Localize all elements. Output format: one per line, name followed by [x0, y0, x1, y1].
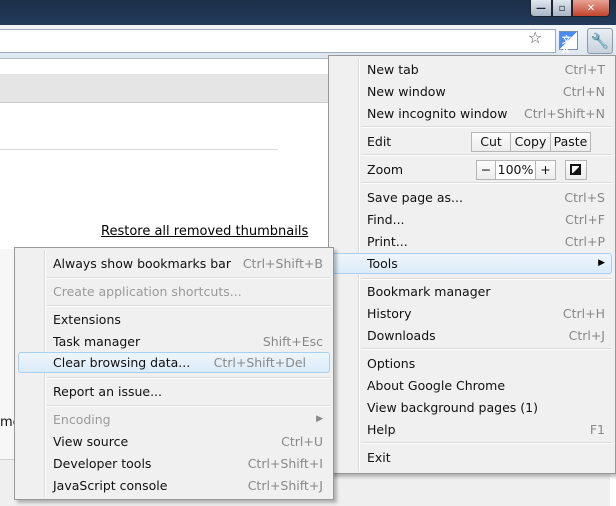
close-button[interactable]: ✕ — [572, 0, 610, 17]
menu-item-bookmarks-bar[interactable]: Always show bookmarks bar Ctrl+Shift+B — [53, 253, 323, 274]
thumbnail-strip — [0, 249, 15, 464]
menu-item-bookmark-manager[interactable]: Bookmark manager — [367, 281, 605, 302]
zoom-out-button[interactable]: − — [476, 160, 496, 180]
browser-toolbar: ☆ 文A 🔧 — [0, 25, 616, 59]
minimize-button[interactable]: — — [530, 0, 552, 17]
menu-item-encoding: Encoding ▶ — [53, 409, 323, 430]
content-header-bar — [0, 74, 328, 103]
paste-button[interactable]: Paste — [551, 132, 591, 152]
menu-item-save-page[interactable]: Save page as... Ctrl+S — [367, 187, 605, 208]
menu-item-developer-tools[interactable]: Developer tools Ctrl+Shift+I — [53, 453, 323, 474]
submenu-arrow-icon: ▶ — [598, 258, 605, 268]
menu-item-javascript-console[interactable]: JavaScript console Ctrl+Shift+J — [53, 475, 323, 496]
menu-item-app-shortcuts: Create application shortcuts... — [53, 284, 242, 299]
menu-item-new-window[interactable]: New window Ctrl+N — [367, 81, 605, 102]
address-bar[interactable] — [0, 29, 556, 53]
menu-separator — [47, 305, 330, 307]
menu-separator — [361, 348, 612, 350]
menu-separator — [47, 405, 330, 407]
divider — [0, 149, 278, 150]
menu-item-about[interactable]: About Google Chrome — [367, 375, 605, 396]
menu-item-tools[interactable]: Tools ▶ — [332, 253, 612, 274]
bookmark-star-icon[interactable]: ☆ — [528, 28, 542, 47]
menu-item-task-manager[interactable]: Task manager Shift+Esc — [53, 331, 323, 352]
zoom-controls: − 100% + — [476, 160, 556, 180]
menu-item-background-pages[interactable]: View background pages (1) — [367, 397, 605, 418]
wrench-menu-button[interactable]: 🔧 — [587, 28, 613, 54]
menu-separator — [47, 377, 330, 379]
menu-separator — [361, 154, 612, 156]
restore-thumbnails-link[interactable]: Restore all removed thumbnails — [101, 224, 308, 239]
menu-separator — [361, 442, 612, 444]
menu-separator — [361, 126, 612, 128]
translate-icon[interactable]: 文A — [559, 31, 578, 56]
fullscreen-icon — [570, 164, 581, 175]
menu-item-history[interactable]: History Ctrl+H — [367, 303, 605, 324]
submenu-arrow-icon: ▶ — [316, 414, 323, 424]
menu-item-extensions[interactable]: Extensions — [53, 309, 323, 330]
menu-item-exit[interactable]: Exit — [367, 447, 605, 468]
menu-item-print[interactable]: Print... Ctrl+P — [367, 231, 605, 252]
maximize-icon: ▫ — [558, 2, 566, 14]
menu-item-report-issue[interactable]: Report an issue... — [53, 381, 323, 402]
menu-item-view-source[interactable]: View source Ctrl+U — [53, 431, 323, 452]
maximize-button[interactable]: ▫ — [552, 0, 572, 17]
copy-button[interactable]: Copy — [511, 132, 551, 152]
edit-buttons: Cut Copy Paste — [471, 132, 591, 152]
zoom-level: 100% — [496, 160, 536, 180]
close-icon: ✕ — [586, 2, 596, 14]
fullscreen-button[interactable] — [565, 160, 587, 180]
menu-item-help[interactable]: Help F1 — [367, 419, 605, 440]
menu-item-downloads[interactable]: Downloads Ctrl+J — [367, 325, 605, 346]
menu-separator — [47, 277, 330, 279]
menu-separator — [361, 278, 612, 280]
menu-separator — [361, 182, 612, 184]
wrench-menu: New tab Ctrl+T New window Ctrl+N New inc… — [328, 55, 616, 474]
cut-button[interactable]: Cut — [471, 132, 511, 152]
window-controls: — ▫ ✕ — [530, 0, 610, 17]
menu-item-clear-browsing-data[interactable]: Clear browsing data... Ctrl+Shift+Del — [18, 352, 330, 373]
menu-item-find[interactable]: Find... Ctrl+F — [367, 209, 605, 230]
menu-item-new-tab[interactable]: New tab Ctrl+T — [367, 59, 605, 80]
tools-submenu: Always show bookmarks bar Ctrl+Shift+B C… — [14, 247, 334, 500]
menu-item-new-incognito[interactable]: New incognito window Ctrl+Shift+N — [367, 103, 605, 124]
zoom-in-button[interactable]: + — [536, 160, 556, 180]
wrench-icon: 🔧 — [590, 32, 610, 50]
minimize-icon: — — [536, 2, 546, 14]
menu-item-options[interactable]: Options — [367, 353, 605, 374]
title-bar: — ▫ ✕ — [0, 0, 616, 25]
